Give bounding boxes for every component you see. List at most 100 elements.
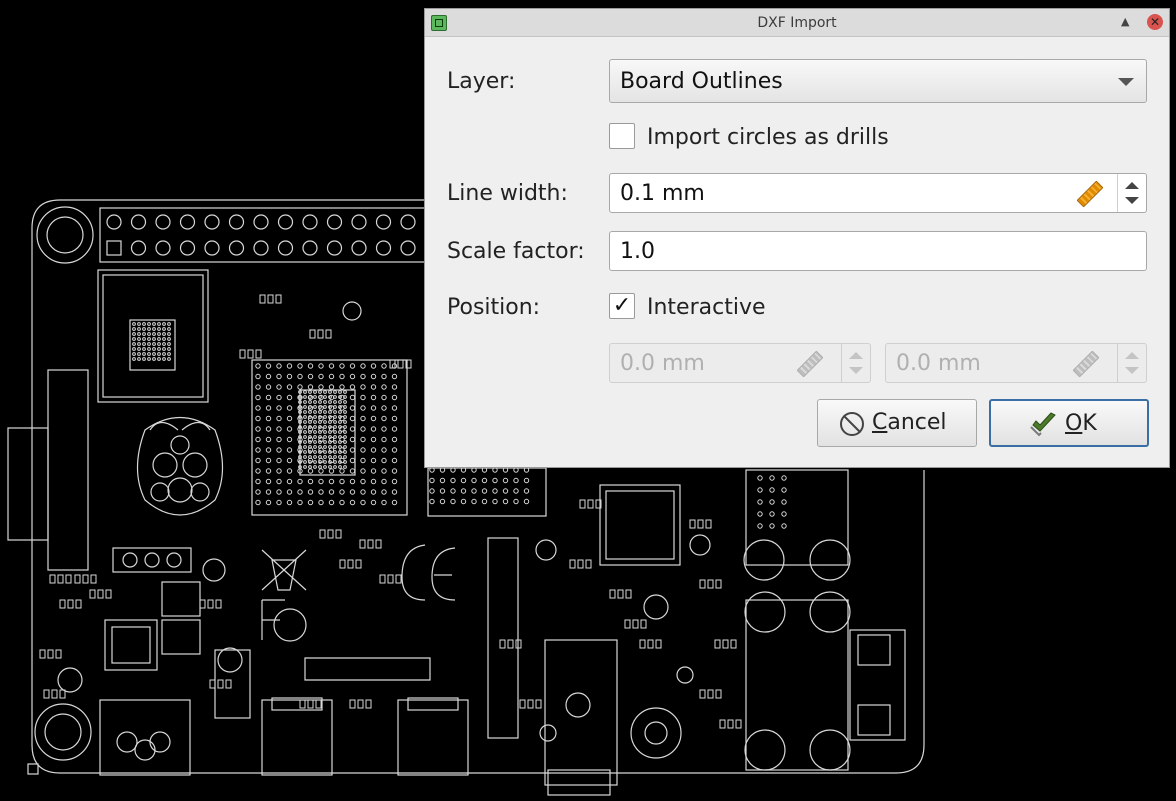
via <box>265 384 272 390</box>
ruler-icon <box>1076 180 1104 208</box>
via <box>513 498 519 505</box>
via <box>333 405 337 409</box>
stepper-down-icon[interactable] <box>1125 197 1139 204</box>
via <box>450 477 456 484</box>
smd-pad <box>699 689 706 699</box>
via <box>157 327 161 331</box>
via <box>255 384 261 390</box>
stepper-down-icon[interactable] <box>849 367 863 374</box>
via <box>308 400 312 404</box>
via <box>313 445 317 449</box>
via <box>339 363 345 369</box>
via <box>255 394 261 401</box>
via <box>360 384 366 390</box>
position-x-stepper[interactable] <box>841 344 870 382</box>
via <box>349 373 356 380</box>
scale-factor-input[interactable]: 1.0 <box>609 231 1147 271</box>
via <box>450 488 456 494</box>
via <box>152 352 156 356</box>
title-bar[interactable]: DXF Import ▲ ✕ <box>425 9 1169 37</box>
via <box>303 465 307 469</box>
via <box>265 363 272 369</box>
smd-pad <box>65 574 72 584</box>
via <box>339 468 345 474</box>
import-circles-label[interactable]: Import circles as drills <box>647 125 889 150</box>
via <box>429 477 435 484</box>
line-width-field[interactable]: 0.1 mm <box>609 173 1147 213</box>
layer-select[interactable]: Board Outlines <box>609 59 1147 103</box>
header-pad <box>204 240 220 256</box>
via <box>318 363 324 369</box>
header-pad <box>326 240 343 256</box>
via <box>381 405 387 411</box>
cancel-button[interactable]: Cancel <box>817 399 977 447</box>
smd-pad <box>367 539 374 549</box>
via <box>513 477 519 484</box>
close-icon[interactable]: ✕ <box>1147 14 1163 30</box>
position-x-field[interactable]: 0.0 mm <box>609 343 871 383</box>
via <box>308 415 312 419</box>
via <box>338 425 342 429</box>
via <box>265 478 272 485</box>
stepper-up-icon[interactable] <box>1125 352 1139 359</box>
smd-pad <box>255 349 262 359</box>
header-pad <box>277 214 294 230</box>
via <box>157 347 161 351</box>
interactive-checkbox[interactable]: ✓ <box>609 293 635 319</box>
via <box>323 430 327 434</box>
header-pad <box>302 240 318 256</box>
import-circles-checkbox[interactable] <box>609 123 635 149</box>
interactive-label[interactable]: Interactive <box>647 295 766 320</box>
via <box>313 390 317 394</box>
via <box>276 457 282 464</box>
smd-pad <box>82 574 89 584</box>
via <box>157 337 161 341</box>
via <box>286 373 293 380</box>
via <box>370 436 377 443</box>
ok-button[interactable]: OK <box>989 399 1149 447</box>
stepper-down-icon[interactable] <box>1125 367 1139 374</box>
smd-pad <box>239 349 246 359</box>
via <box>391 405 398 411</box>
via <box>308 420 312 424</box>
via <box>781 523 787 529</box>
smd-pad <box>357 699 364 709</box>
via <box>323 465 327 469</box>
via <box>360 405 366 411</box>
via <box>323 425 327 429</box>
via <box>255 415 261 422</box>
header-pad <box>130 240 147 256</box>
shade-icon[interactable]: ▲ <box>1121 15 1129 28</box>
line-width-stepper[interactable] <box>1117 174 1146 212</box>
via <box>349 426 356 432</box>
header-pad <box>179 240 196 256</box>
via <box>333 390 337 394</box>
via <box>313 405 317 409</box>
via <box>286 415 293 422</box>
position-y-field[interactable]: 0.0 mm <box>885 343 1147 383</box>
via <box>333 435 337 439</box>
via <box>471 488 477 494</box>
via <box>492 488 498 494</box>
stepper-up-icon[interactable] <box>1125 182 1139 189</box>
smd-pad <box>67 599 74 609</box>
stepper-up-icon[interactable] <box>849 352 863 359</box>
smd-pad <box>625 589 632 599</box>
via <box>286 447 293 453</box>
via <box>297 384 303 390</box>
via <box>307 373 314 380</box>
via <box>391 373 398 380</box>
via <box>323 435 327 439</box>
via <box>343 400 347 404</box>
smd-pad <box>535 699 542 709</box>
via <box>391 436 398 443</box>
smd-pad <box>217 679 224 689</box>
via <box>381 394 387 401</box>
position-y-stepper[interactable] <box>1117 344 1146 382</box>
via <box>757 487 763 493</box>
via <box>286 426 293 432</box>
via <box>333 445 337 449</box>
smd-pad <box>55 649 62 659</box>
scale-factor-value: 1.0 <box>620 239 655 264</box>
via <box>360 426 366 432</box>
